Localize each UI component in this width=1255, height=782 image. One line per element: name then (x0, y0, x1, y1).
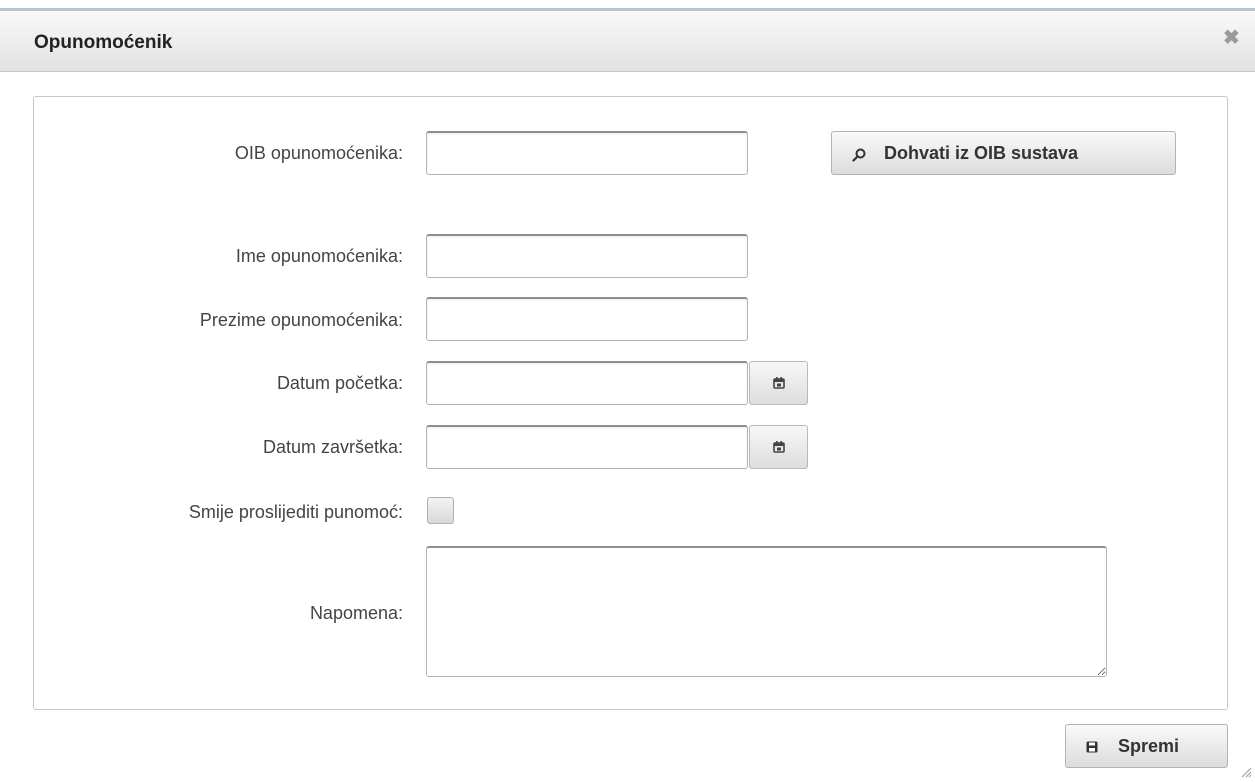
calendar-icon (773, 441, 785, 453)
end-date-input[interactable] (426, 425, 748, 469)
calendar-icon (773, 377, 785, 389)
end-date-label: Datum završetka: (262, 437, 403, 457)
note-textarea[interactable] (426, 546, 1107, 677)
end-date-calendar-button[interactable] (749, 425, 808, 469)
oib-input[interactable] (426, 131, 748, 175)
lookup-oib-label: Dohvati iz OIB sustava (884, 143, 1079, 163)
search-icon (852, 148, 866, 162)
dialog-titlebar[interactable]: Opunomoćenik ✖ (0, 11, 1255, 72)
last-name-label: Prezime opunomoćenika: (199, 310, 403, 330)
last-name-input[interactable] (426, 297, 748, 341)
forward-label: Smije proslijediti punomoć: (188, 502, 403, 522)
first-name-input[interactable] (426, 234, 748, 278)
forward-checkbox[interactable] (427, 497, 454, 524)
close-icon[interactable]: ✖ (1223, 28, 1240, 48)
save-icon (1086, 741, 1098, 753)
resize-grip-icon[interactable] (1240, 766, 1252, 778)
start-date-calendar-button[interactable] (749, 361, 808, 405)
lookup-oib-button[interactable]: Dohvati iz OIB sustava (831, 131, 1176, 175)
first-name-label: Ime opunomoćenika: (235, 246, 403, 266)
start-date-label: Datum početka: (276, 373, 403, 393)
dialog-title: Opunomoćenik (34, 32, 173, 53)
save-label: Spremi (1118, 736, 1180, 756)
note-label: Napomena: (309, 603, 403, 623)
start-date-input[interactable] (426, 361, 748, 405)
save-button[interactable]: Spremi (1065, 724, 1228, 768)
dialog: Opunomoćenik ✖ OIB opunomoćenika: Dohvat… (0, 0, 1255, 782)
oib-label: OIB opunomoćenika: (234, 143, 403, 163)
